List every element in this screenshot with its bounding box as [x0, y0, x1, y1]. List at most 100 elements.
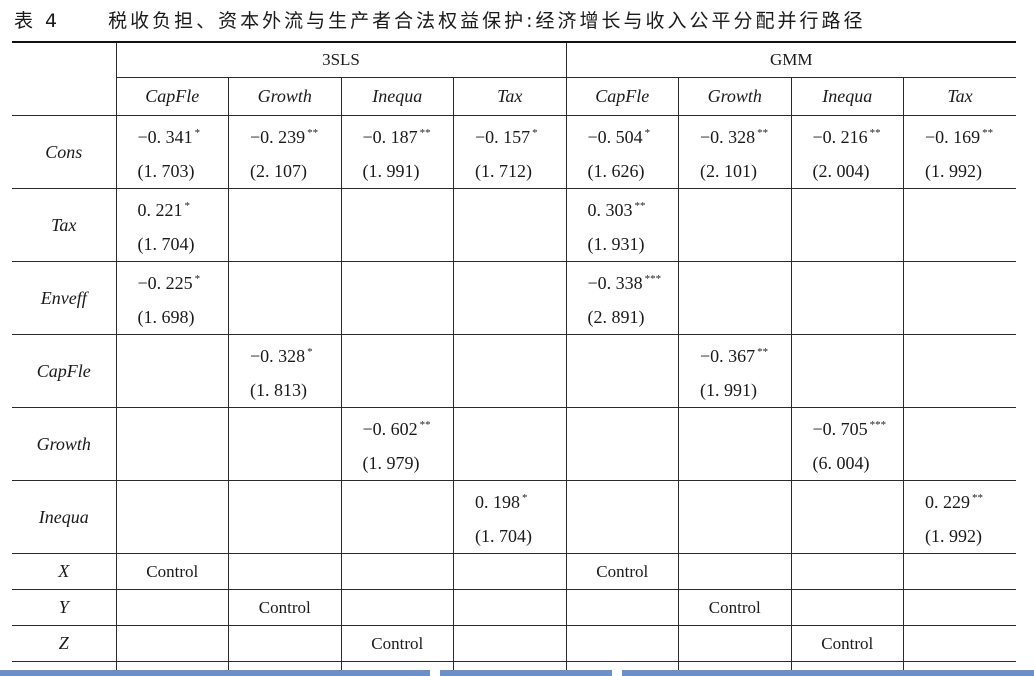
coefficient-value: 0. 198: [475, 492, 520, 512]
table-cell: −0. 328 * (1. 813): [228, 334, 342, 408]
coefficient-value: −0. 187: [362, 127, 418, 147]
table-cell: [340, 334, 454, 408]
control-cell: [340, 589, 454, 626]
coefficient-value: −0. 504: [587, 127, 643, 147]
control-cell: [228, 553, 342, 590]
coefficient-value: 0. 303: [587, 200, 633, 220]
coefficient-value: −0. 338: [587, 273, 643, 293]
table-title: 税收负担、资本外流与生产者合法权益保护:经济增长与收入公平分配并行路径: [108, 10, 866, 32]
control-cell: [565, 625, 679, 662]
coefficient-value: −0. 328: [250, 346, 306, 366]
row-label: Tax: [12, 188, 117, 262]
significance-stars: *: [522, 492, 528, 504]
standard-error: (1. 703): [137, 161, 195, 181]
table-cell: [903, 334, 1016, 408]
standard-error: (1. 698): [137, 307, 195, 327]
row-label: Inequa: [12, 480, 117, 554]
significance-stars: *: [184, 200, 191, 212]
table-cell: 0. 303 ** (1. 931): [565, 188, 679, 262]
row-label: X: [12, 553, 117, 590]
table-cell: [453, 334, 567, 408]
table-cell: [790, 480, 904, 554]
table-cell: −0. 225 * (1. 698): [115, 261, 229, 335]
table-cell: [678, 407, 792, 481]
coefficient-value: −0. 169: [925, 127, 981, 147]
coefficient-value: −0. 157: [475, 127, 531, 147]
coefficient: −0. 705 ***: [813, 408, 904, 446]
coefficient: −0. 187 **: [363, 116, 454, 154]
coefficient-value: −0. 705: [812, 419, 868, 439]
table-cell: [903, 261, 1016, 335]
control-cell: [453, 553, 567, 590]
table-cell: [115, 407, 229, 481]
control-row: Q Control Control: [12, 661, 1016, 670]
control-cell: [678, 661, 792, 670]
significance-stars: ***: [644, 273, 662, 285]
table-cell: [678, 261, 792, 335]
control-cell: [115, 589, 229, 626]
control-cell: Control: [453, 661, 567, 670]
control-cell: [115, 625, 229, 662]
column-header: Growth: [678, 77, 792, 116]
table-cell: [790, 261, 904, 335]
group-header-gmm: GMM: [565, 41, 1016, 78]
standard-error: (2. 101): [700, 161, 757, 181]
standard-error: (1. 813): [250, 380, 307, 400]
coefficient-value: 0. 221: [137, 200, 183, 220]
coefficient: 0. 303 **: [588, 189, 679, 227]
coefficient-value: −0. 328: [700, 127, 756, 147]
coefficient: −0. 328 *: [250, 335, 341, 373]
standard-error: (6. 004): [812, 453, 870, 473]
coefficient-value: −0. 225: [137, 273, 193, 293]
significance-stars: **: [982, 127, 994, 139]
table-cell: [228, 480, 342, 554]
table-cell: −0. 504 * (1. 626): [565, 115, 679, 189]
control-cell: [903, 553, 1016, 590]
table-cell: [790, 188, 904, 262]
control-row: X Control Control: [12, 553, 1016, 590]
row-label: Cons: [12, 115, 117, 189]
table-cell: −0. 157 * (1. 712): [453, 115, 567, 189]
control-cell: [903, 589, 1016, 626]
document-page: 表 4 税收负担、资本外流与生产者合法权益保护:经济增长与收入公平分配并行路径 3…: [0, 0, 1034, 670]
standard-error: (1. 931): [587, 234, 645, 254]
coefficient: −0. 225 *: [138, 262, 229, 300]
control-cell: [115, 661, 229, 670]
table-cell: −0. 341 * (1. 703): [115, 115, 229, 189]
table-cell: 0. 229 ** (1. 992): [903, 480, 1016, 554]
control-cell: Control: [115, 553, 229, 590]
table-cell: −0. 338 *** (2. 891): [565, 261, 679, 335]
coefficient-value: −0. 367: [700, 346, 756, 366]
coefficient: −0. 338 ***: [588, 262, 679, 300]
table-cell: −0. 602 ** (1. 979): [340, 407, 454, 481]
coefficient: −0. 504 *: [588, 116, 679, 154]
regression-table: 3SLS GMM CapFle Growth Inequa Tax CapFle Grow…: [12, 41, 1016, 670]
standard-error: (1. 712): [475, 161, 532, 181]
row-label: CapFle: [12, 334, 117, 408]
coefficient-value: 0. 229: [925, 492, 970, 512]
column-header: Inequa: [340, 77, 454, 116]
table-cell: [790, 334, 904, 408]
row-label: Z: [12, 625, 117, 662]
table-row: CapFle −0. 328 * (1. 813) −0. 367 ** (1. 991): [12, 334, 1016, 408]
coefficient-value: −0. 602: [362, 419, 418, 439]
row-label: Growth: [12, 407, 117, 481]
significance-stars: **: [419, 419, 431, 431]
table-cell: [453, 188, 567, 262]
standard-error: (2. 004): [812, 161, 870, 181]
coefficient-value: −0. 341: [137, 127, 193, 147]
coefficient: −0. 328 **: [700, 116, 791, 154]
significance-stars: *: [644, 127, 651, 139]
control-cell: Control: [340, 625, 454, 662]
standard-error: (1. 992): [925, 161, 982, 181]
standard-error: (1. 979): [362, 453, 420, 473]
coefficient-value: −0. 216: [812, 127, 868, 147]
column-header-row: CapFle Growth Inequa Tax CapFle Growth Inequa T…: [12, 77, 1016, 116]
significance-stars: *: [307, 346, 313, 358]
bottom-scroll-indicator: [0, 670, 1034, 676]
column-header: Growth: [228, 77, 342, 116]
table-cell: −0. 328 ** (2. 101): [678, 115, 792, 189]
significance-stars: **: [757, 127, 769, 139]
coefficient: −0. 367 **: [700, 335, 791, 373]
coefficient: −0. 169 **: [925, 116, 1016, 154]
